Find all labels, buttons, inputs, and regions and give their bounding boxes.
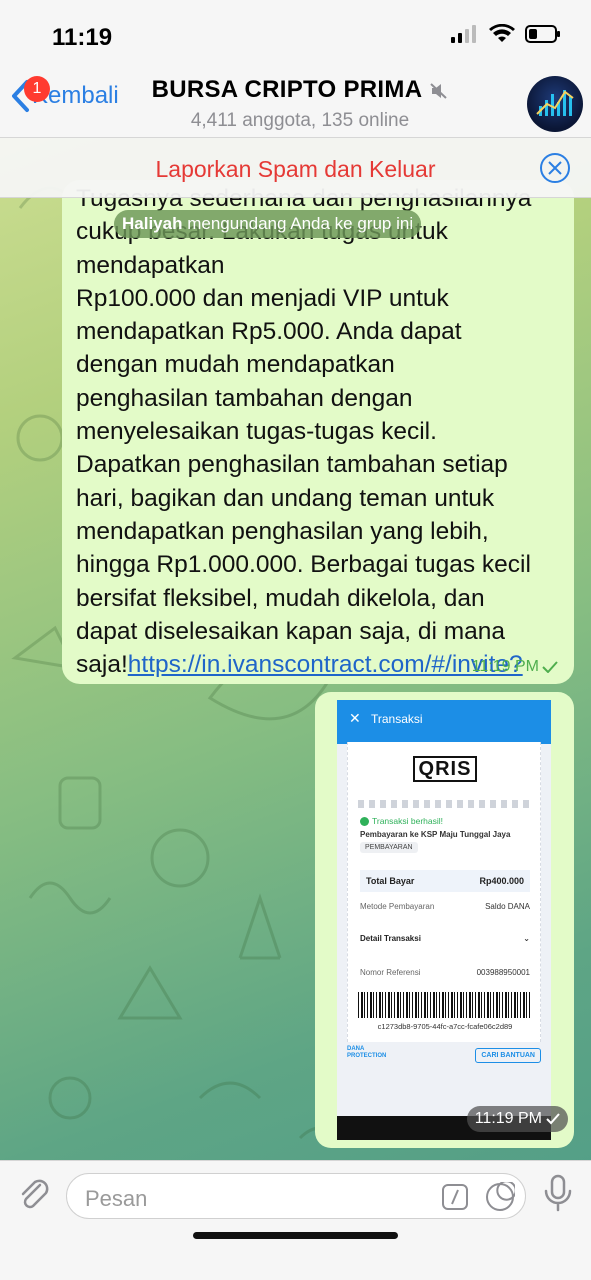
barcode-text: c1273db8-9705-44fc-a7cc-fcafe06c2d89 <box>377 1022 513 1031</box>
dana-protection-label: DANA PROTECTION <box>347 1046 387 1059</box>
message-body: Tugasnya sederhana dan penghasilannya cu… <box>76 185 532 679</box>
report-spam-bar: Laporkan Spam dan Keluar <box>0 138 591 198</box>
paperclip-icon[interactable] <box>14 1175 54 1215</box>
message-time: 11:19 PM <box>471 658 539 675</box>
reference-label: Nomor Referensi <box>360 968 421 977</box>
chat-title-text: BURSA CRIPTO PRIMA <box>151 76 422 103</box>
screenshot-close-icon: ✕ <box>349 710 361 726</box>
report-spam-button[interactable]: Laporkan Spam dan Keluar <box>0 156 591 183</box>
detail-row: Detail Transaksi ⌄ <box>360 934 530 943</box>
message-placeholder: Pesan <box>85 1186 148 1211</box>
merchant-text: Pembayaran ke KSP Maju Tunggal Jaya <box>360 830 511 839</box>
total-value: Rp400.000 <box>479 876 524 886</box>
method-value: Saldo DANA <box>485 902 530 911</box>
receipt-card: QRIS Transaksi berhasil! Pembayaran ke K… <box>347 742 541 1042</box>
unread-badge: 1 <box>24 76 50 102</box>
help-button: CARI BANTUAN <box>475 1048 541 1063</box>
status-bar: 11:19 <box>0 0 591 62</box>
reference-value: 003988950001 <box>476 968 530 977</box>
group-avatar[interactable] <box>527 76 583 132</box>
chat-header: Kembali BURSA CRIPTO PRIMA 4,411 anggota… <box>0 62 591 138</box>
status-icons <box>451 24 561 44</box>
chat-title-area[interactable]: BURSA CRIPTO PRIMA 4,411 anggota, 135 on… <box>150 76 450 132</box>
masked-line <box>358 800 532 808</box>
success-icon <box>360 817 369 827</box>
message-input-bar: Pesan <box>0 1160 591 1280</box>
message-bubble[interactable]: Tugasnya sederhana dan penghasilannya cu… <box>62 180 574 684</box>
qris-logo: QRIS <box>348 756 542 782</box>
screenshot-title: Transaksi <box>371 712 423 726</box>
home-indicator <box>193 1232 398 1239</box>
muted-speaker-icon <box>430 82 448 99</box>
chevron-down-icon: ⌄ <box>523 934 530 943</box>
chat-title: BURSA CRIPTO PRIMA <box>150 76 450 104</box>
service-message: Haliyah mengundang Anda ke grup ini <box>114 210 422 238</box>
battery-icon <box>525 25 560 43</box>
invite-link[interactable]: https://in.ivanscontract.com/#/invite?co… <box>76 651 523 684</box>
signal-icon <box>451 25 476 43</box>
microphone-icon[interactable] <box>540 1173 576 1213</box>
message-text: Tugasnya sederhana dan penghasilannya cu… <box>76 182 566 684</box>
service-text: mengundang Anda ke grup ini <box>187 214 414 233</box>
qris-logo-text: QRIS <box>412 756 478 782</box>
reference-row: Nomor Referensi 003988950001 <box>360 968 530 977</box>
payment-tag: PEMBAYARAN <box>360 842 418 853</box>
check-icon <box>546 1113 560 1125</box>
method-label: Metode Pembayaran <box>360 902 435 911</box>
close-circle-icon[interactable] <box>539 152 571 184</box>
detail-label: Detail Transaksi <box>360 934 421 943</box>
receipt-screenshot[interactable]: ✕ Transaksi QRIS Transaksi berhasil! Pem… <box>337 700 551 1140</box>
total-label: Total Bayar <box>366 876 415 886</box>
barcode <box>358 992 532 1018</box>
chat-subtitle: 4,411 anggota, 135 online <box>190 110 410 131</box>
status-row: Transaksi berhasil! <box>360 816 444 827</box>
image-time-badge: 11:19 PM <box>466 1106 568 1132</box>
clock: 11:19 <box>52 24 113 51</box>
avatar-chart-graphic <box>536 90 574 116</box>
message-input[interactable]: Pesan <box>66 1173 526 1219</box>
image-message-bubble[interactable]: ✕ Transaksi QRIS Transaksi berhasil! Pem… <box>315 692 574 1148</box>
screenshot-header: ✕ Transaksi <box>337 700 551 744</box>
total-row: Total Bayar Rp400.000 <box>360 870 530 892</box>
slash-command-icon[interactable] <box>441 1183 469 1211</box>
status-text: Transaksi berhasil! <box>372 816 444 826</box>
inviter-name[interactable]: Haliyah <box>122 214 182 233</box>
image-time: 11:19 PM <box>474 1110 542 1127</box>
message-meta: 11:19 PM <box>472 658 558 676</box>
check-icon <box>542 661 558 673</box>
sticker-icon[interactable] <box>485 1182 515 1212</box>
method-row: Metode Pembayaran Saldo DANA <box>360 902 530 911</box>
wifi-icon <box>489 24 515 42</box>
